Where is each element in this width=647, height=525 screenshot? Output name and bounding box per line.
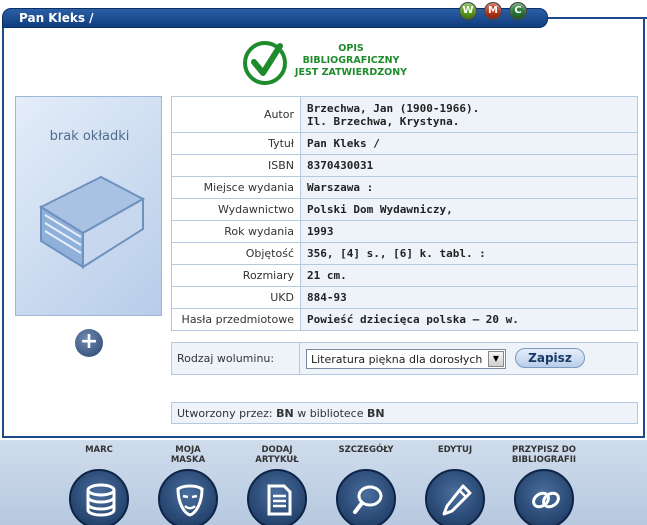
tool-label: MOJA MASKA [148,445,228,467]
volume-type-row: Rodzaj woluminu: Literatura piękna dla d… [171,342,638,375]
approval-stamp: OPIS BIBLIOGRAFICZNY JEST ZATWIERDZONY [242,38,422,88]
field-value: 8370430031 [300,154,638,177]
created-by-prefix: Utworzony przez: [177,407,273,420]
illustrator-line: Il. Brzechwa, Krystyna. [307,114,460,128]
record-window: Pan Kleks / W M C OPIS BIBLIOGRAFICZNY J… [0,0,647,440]
tool-label-line: SZCZEGÓŁY [338,445,394,455]
frame-border [2,436,645,438]
toolbar-item-dodaj-artykul[interactable]: DODAJ ARTYKUŁ [237,445,317,525]
volume-type-select[interactable]: Literatura piękna dla dorosłych ▼ [306,349,506,369]
tool-label-line: ARTYKUŁ [255,455,299,465]
details-button[interactable] [336,469,396,525]
cover-placeholder: brak okładki [15,96,162,316]
table-row: Objętość 356, [4] s., [6] k. tabl. : [171,242,638,265]
table-row: UKD 884-93 [171,286,638,309]
divider [299,343,300,374]
field-label: Wydawnictwo [171,198,301,221]
field-label: Rok wydania [171,220,301,243]
frame-border [643,17,645,438]
table-row: Miejsce wydania Warszawa : [171,176,638,199]
field-label: Miejsce wydania [171,176,301,199]
tool-label-line: MARC [85,445,113,455]
edit-button[interactable] [425,469,485,525]
selected-option: Literatura piękna dla dorosłych [311,353,483,366]
field-value: Powieść dziecięca polska – 20 w. [300,308,638,331]
no-cover-label: brak okładki [49,129,130,144]
frame-border [2,28,4,438]
tool-label-line: BIBLIOGRAFII [511,455,577,465]
field-value: 884-93 [300,286,638,309]
field-value: Brzechwa, Jan (1900-1966). Il. Brzechwa,… [300,96,638,133]
m-badge-icon[interactable]: M [484,2,502,20]
toolbar-item-marc[interactable]: MARC [59,445,139,525]
field-label: Tytuł [171,132,301,155]
toolbar-item-edytuj[interactable]: EDYTUJ [415,445,495,525]
tool-label: SZCZEGÓŁY [326,445,406,467]
tool-label-line: PRZYPISZ DO [511,445,576,455]
field-label: UKD [171,286,301,309]
created-by-middle: w bibliotece [297,407,364,420]
marc-button[interactable] [69,469,129,525]
chevron-down-icon[interactable]: ▼ [488,351,504,367]
field-label: Autor [171,96,301,133]
toolbar-item-moja-maska[interactable]: MOJA MASKA [148,445,228,525]
add-cover-button[interactable]: + [75,329,103,357]
author-line: Brzechwa, Jan (1900-1966). [307,101,480,115]
tool-label: EDYTUJ [415,445,495,467]
created-by-library: BN [366,407,385,420]
mask-button[interactable] [158,469,218,525]
table-row: Wydawnictwo Polski Dom Wydawniczy, [171,198,638,221]
created-by-info: Utworzony przez: BN w bibliotece BN [171,402,638,424]
field-value: Warszawa : [300,176,638,199]
field-value: 356, [4] s., [6] k. tabl. : [300,242,638,265]
stamp-line: OPIS [338,43,364,54]
field-value: 21 cm. [300,264,638,287]
volume-type-label: Rodzaj woluminu: [177,352,275,365]
tool-label-line: MASKA [170,455,206,465]
stamp-line: BIBLIOGRAFICZNY [302,55,400,66]
tool-label: DODAJ ARTYKUŁ [237,445,317,467]
mask-icon [176,484,204,517]
book-icon [38,175,146,269]
field-value: 1993 [300,220,638,243]
action-toolbar: MARC MOJA MASKA DODAJ ARTYKUŁ SZCZEGÓŁY … [0,440,647,525]
stamp-text: OPIS BIBLIOGRAFICZNY JEST ZATWIERDZONY [286,43,416,79]
checkmark-icon [243,41,287,85]
table-row: Autor Brzechwa, Jan (1900-1966). Il. Brz… [171,96,638,133]
tool-label: MARC [59,445,139,467]
frame-border [548,17,647,19]
assign-bibliography-button[interactable] [514,469,574,525]
bibliographic-details-table: Autor Brzechwa, Jan (1900-1966). Il. Brz… [171,96,638,331]
pencil-icon [442,484,472,516]
stamp-line: JEST ZATWIERDZONY [294,67,408,78]
plus-icon: + [79,329,99,354]
tool-label-line: DODAJ [261,445,293,455]
field-value: Pan Kleks / [300,132,638,155]
field-label: Rozmiary [171,264,301,287]
tool-label: PRZYPISZ DO BIBLIOGRAFII [504,445,584,467]
toolbar-item-szczegoly[interactable]: SZCZEGÓŁY [326,445,406,525]
database-icon [86,483,116,517]
document-icon [267,484,292,516]
field-label: Hasła przedmiotowe [171,308,301,331]
save-button[interactable]: Zapisz [515,348,585,368]
created-by-user: BN [276,407,294,420]
magnifier-icon [353,485,383,514]
table-row: Rok wydania 1993 [171,220,638,243]
window-title: Pan Kleks / [19,11,94,25]
table-row: Hasła przedmiotowe Powieść dziecięca pol… [171,308,638,331]
tool-label-line: EDYTUJ [437,445,473,455]
field-label: Objętość [171,242,301,265]
link-icon [532,491,560,509]
field-value: Polski Dom Wydawniczy, [300,198,638,221]
table-row: ISBN 8370430031 [171,154,638,177]
field-label: ISBN [171,154,301,177]
table-row: Tytuł Pan Kleks / [171,132,638,155]
table-row: Rozmiary 21 cm. [171,264,638,287]
toolbar-item-przypisz-do-bibliografii[interactable]: PRZYPISZ DO BIBLIOGRAFII [504,445,584,525]
add-article-button[interactable] [247,469,307,525]
c-badge-icon[interactable]: C [509,2,527,20]
tool-label-line: MOJA [175,445,201,455]
w-badge-icon[interactable]: W [459,2,477,20]
